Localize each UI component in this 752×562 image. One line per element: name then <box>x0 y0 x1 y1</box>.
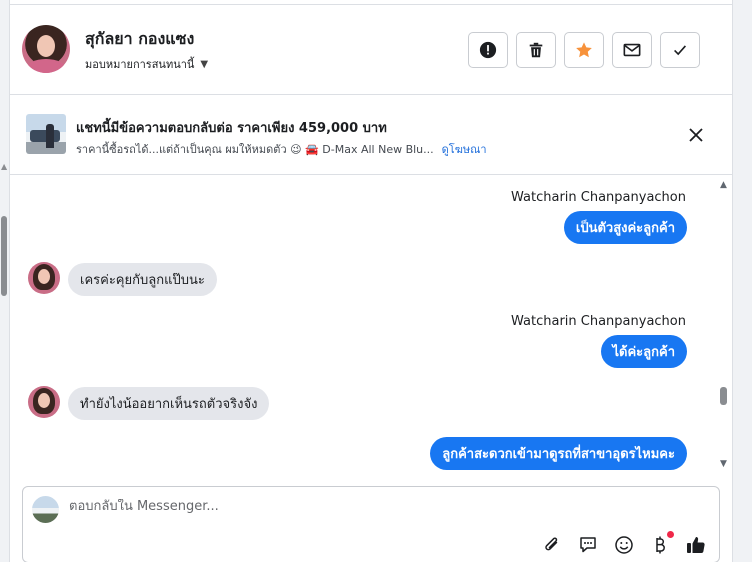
page-avatar <box>32 496 59 523</box>
attach-file-button[interactable] <box>540 533 564 557</box>
baht-icon <box>656 536 665 554</box>
mark-done-button[interactable] <box>660 32 700 68</box>
close-icon <box>689 128 703 142</box>
scroll-up-arrow-icon[interactable]: ▲ <box>720 180 727 190</box>
contact-avatar-small[interactable] <box>28 386 60 418</box>
envelope-icon <box>623 43 641 57</box>
assign-label: มอบหมายการสนทนานี้ <box>85 58 195 71</box>
ad-reference-bar: แชทนี้มีข้อความตอบกลับต่อ ราคาเพียง 459,… <box>10 95 732 175</box>
star-icon <box>576 42 592 58</box>
alert-circle-icon <box>479 41 497 59</box>
like-button[interactable] <box>684 533 708 557</box>
outer-scroll-thumb[interactable] <box>1 216 7 296</box>
conversation-header: สุกัลยา กองแซง มอบหมายการสนทนานี้ ▼ <box>10 5 732 95</box>
scroll-up-arrow-icon[interactable]: ▲ <box>1 162 7 171</box>
ad-subtitle-text: ราคานี้ซื้อรถได้...แต่ถ้าเป็นคุณ ผมให้หม… <box>76 143 434 156</box>
scroll-down-arrow-icon[interactable]: ▼ <box>720 459 727 469</box>
message-scrollbar[interactable]: ▲ ▼ <box>716 176 732 476</box>
message-sender-name: Watcharin Chanpanyachon <box>511 190 686 205</box>
checkmark-icon <box>674 45 687 56</box>
ad-subtitle: ราคานี้ซื้อรถได้...แต่ถ้าเป็นคุณ ผมให้หม… <box>76 140 487 158</box>
emoji-button[interactable] <box>612 533 636 557</box>
reply-composer <box>22 486 720 562</box>
contact-name[interactable]: สุกัลยา กองแซง <box>85 27 194 52</box>
message-sender-name: Watcharin Chanpanyachon <box>511 314 686 329</box>
assign-conversation-dropdown[interactable]: มอบหมายการสนทนานี้ ▼ <box>85 55 208 73</box>
contact-avatar-small[interactable] <box>28 262 60 294</box>
contact-avatar[interactable] <box>22 25 70 73</box>
mark-unread-button[interactable] <box>612 32 652 68</box>
mark-spam-button[interactable] <box>468 32 508 68</box>
chat-bubble-icon <box>580 537 596 553</box>
paperclip-icon <box>545 537 558 551</box>
smiley-icon <box>615 536 633 554</box>
view-ad-link[interactable]: ดูโฆษณา <box>442 143 487 156</box>
message-bubble-incoming[interactable]: ทำยังไงน้ออยากเห็นรถตัวจริงจัง <box>68 387 270 420</box>
caret-down-icon: ▼ <box>200 58 209 70</box>
trash-icon <box>529 42 543 58</box>
message-bubble-outgoing[interactable]: ลูกค้าสะดวกเข้ามาดูรถที่สาขาอุดรไหมคะ <box>430 437 687 470</box>
thumbs-up-icon <box>687 537 705 554</box>
star-button[interactable] <box>564 32 604 68</box>
conversation-panel: สุกัลยา กองแซง มอบหมายการสนทนานี้ ▼ แชทน… <box>10 4 732 562</box>
message-list[interactable]: Watcharin Chanpanyachon เป็นตัวสูงค่ะลูก… <box>10 176 732 476</box>
ad-thumbnail[interactable] <box>26 114 66 154</box>
message-bubble-incoming[interactable]: เครค่ะคุยกับลูกแป๊บนะ <box>68 263 217 296</box>
delete-button[interactable] <box>516 32 556 68</box>
ad-title: แชทนี้มีข้อความตอบกลับต่อ ราคาเพียง 459,… <box>76 121 387 136</box>
close-ad-button[interactable] <box>686 125 706 145</box>
message-bubble-outgoing[interactable]: เป็นตัวสูงค่ะลูกค้า <box>563 211 687 244</box>
reply-input[interactable] <box>69 499 669 514</box>
message-scroll-thumb[interactable] <box>720 387 727 405</box>
outer-scrollbar[interactable]: ▲ <box>0 0 10 562</box>
saved-replies-button[interactable] <box>576 533 600 557</box>
notification-dot <box>667 531 674 538</box>
message-bubble-outgoing[interactable]: ได้ค่ะลูกค้า <box>600 335 687 368</box>
right-gutter <box>732 0 752 562</box>
